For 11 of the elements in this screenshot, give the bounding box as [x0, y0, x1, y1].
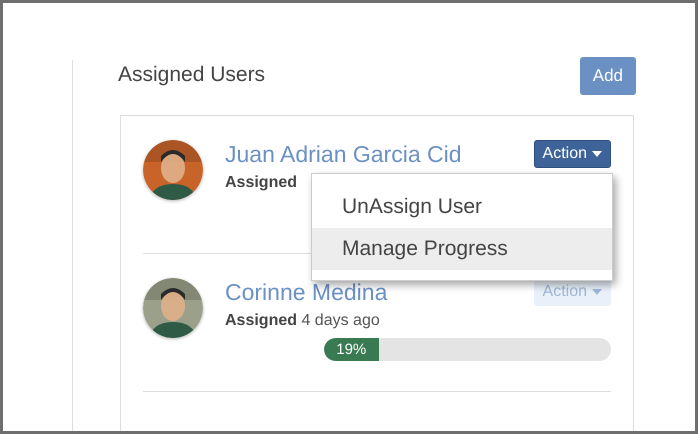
action-button[interactable]: Action: [534, 140, 611, 168]
caret-icon: [592, 151, 602, 157]
progress-label: 19%: [336, 341, 366, 358]
assigned-text: Assigned 4 days ago: [225, 312, 380, 329]
caret-icon: [592, 289, 602, 295]
user-name[interactable]: Juan Adrian Garcia Cid: [225, 140, 462, 168]
add-button[interactable]: Add: [580, 57, 636, 95]
panel-title: Assigned Users: [118, 63, 266, 87]
menu-item[interactable]: Manage Progress: [312, 228, 612, 270]
assigned-text: Assigned: [225, 174, 298, 191]
menu-item[interactable]: UnAssign User: [312, 186, 612, 228]
